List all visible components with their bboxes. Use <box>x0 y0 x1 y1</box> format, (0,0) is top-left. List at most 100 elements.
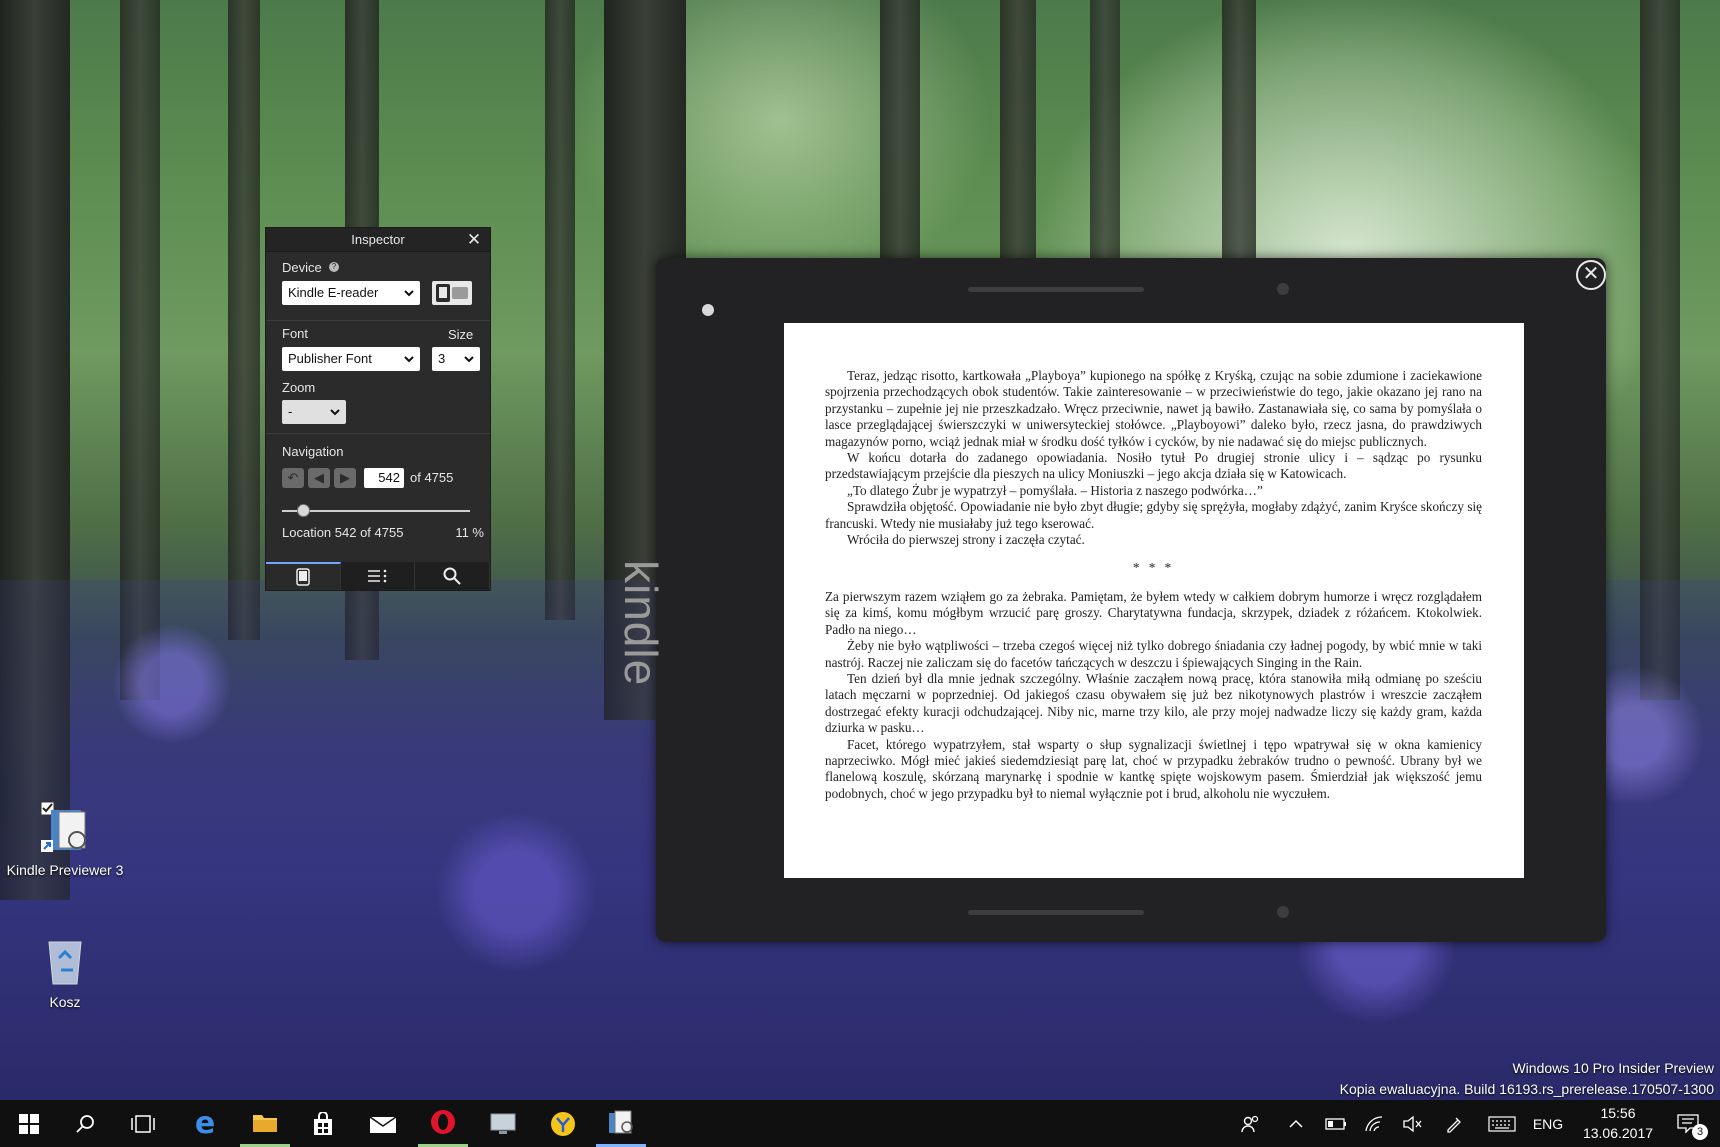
font-select[interactable]: Publisher Font <box>282 347 420 371</box>
size-select[interactable]: 3 <box>432 347 480 371</box>
book-paragraph: Za pierwszym razem wziąłem go za żebraka… <box>825 588 1482 637</box>
taskbar-app-yellow[interactable] <box>538 1100 588 1147</box>
taskbar-store[interactable] <box>298 1100 348 1147</box>
language-indicator[interactable]: ENG <box>1530 1100 1566 1147</box>
navigation-label: Navigation <box>282 444 344 459</box>
kindle-logo: kindle <box>615 560 667 687</box>
people-icon[interactable] <box>1236 1100 1266 1147</box>
size-select-value: 3 <box>438 351 446 366</box>
location-slider[interactable] <box>282 510 470 512</box>
book-paragraph: Wróciła do pierwszej strony i zaczęła cz… <box>847 532 1085 548</box>
percent-text: 11 % <box>455 525 484 540</box>
desktop-icon-label: Kindle Previewer 3 <box>6 862 124 878</box>
clock[interactable]: 15:56 13.06.2017 <box>1570 1103 1666 1143</box>
battery-icon[interactable] <box>1322 1100 1350 1147</box>
task-view-icon <box>131 1114 155 1133</box>
windows-watermark: Windows 10 Pro Insider Preview Kopia ewa… <box>1340 1058 1714 1100</box>
font-select-value: Publisher Font <box>288 351 372 366</box>
zoom-select[interactable]: - <box>282 400 346 424</box>
opera-icon <box>431 1110 455 1134</box>
portrait-icon[interactable] <box>436 284 450 302</box>
inspector-titlebar[interactable]: Inspector ✕ <box>266 228 490 252</box>
chevron-down-icon <box>404 290 414 297</box>
monitor-icon <box>490 1113 516 1134</box>
divider <box>266 320 490 321</box>
close-icon[interactable]: ✕ <box>1576 260 1606 290</box>
tree-trunk <box>228 0 260 640</box>
inspector-tabs <box>266 562 491 590</box>
tab-contents[interactable] <box>341 562 416 590</box>
taskbar-mail[interactable] <box>358 1100 408 1147</box>
kindle-previewer-icon <box>609 1110 633 1134</box>
book-paragraph: W końcu dotarła do zadanego opowiadania.… <box>825 450 1482 482</box>
action-center-button[interactable]: 3 <box>1668 1100 1708 1147</box>
desktop-icon-kindle-previewer[interactable]: Kindle Previewer 3 <box>0 800 130 878</box>
device-camera <box>1277 283 1289 295</box>
taskbar: e ENG 3 <box>0 1100 1720 1147</box>
clock-date: 13.06.2017 <box>1582 1125 1654 1141</box>
tree-trunk <box>1090 0 1120 260</box>
arrow-right-icon[interactable]: ▶ <box>334 468 356 488</box>
tab-search[interactable] <box>415 562 491 590</box>
device-select[interactable]: Kindle E-reader <box>282 281 420 305</box>
tab-device[interactable] <box>266 562 341 590</box>
page-input[interactable]: 542 <box>364 468 404 488</box>
pen-icon[interactable] <box>1440 1100 1468 1147</box>
start-button[interactable] <box>4 1100 54 1147</box>
undo-icon[interactable]: ↶ <box>282 468 304 488</box>
wifi-icon[interactable] <box>1360 1100 1388 1147</box>
windows-icon <box>19 1113 39 1134</box>
zoom-label: Zoom <box>282 380 316 395</box>
page-total: of 4755 <box>410 470 454 485</box>
font-label: Font <box>282 326 309 341</box>
tree-trunk <box>1222 0 1256 260</box>
zoom-select-value: - <box>288 404 293 419</box>
book-paragraph: Facet, którego wypatrzyłem, stał wsparty… <box>825 736 1482 801</box>
task-view-button[interactable] <box>118 1100 168 1147</box>
book-paragraph: Teraz, jedząc risotto, kartkowała „Playb… <box>825 368 1482 449</box>
taskbar-app[interactable] <box>478 1100 528 1147</box>
chevron-down-icon <box>464 356 474 363</box>
chevron-down-icon <box>404 356 414 363</box>
close-icon[interactable]: ✕ <box>464 228 484 252</box>
tree-trunk <box>1000 0 1036 260</box>
section-separator: * * * <box>1132 560 1175 576</box>
yellow-app-icon <box>551 1111 575 1136</box>
menu-icon[interactable] <box>702 304 714 316</box>
taskbar-file-explorer[interactable] <box>240 1100 290 1147</box>
notification-count: 3 <box>1692 1124 1708 1140</box>
taskbar-kindle-previewer[interactable] <box>596 1100 646 1147</box>
kindle-previewer-icon <box>37 800 93 856</box>
orientation-toggle[interactable] <box>432 281 472 305</box>
book-page[interactable]: Teraz, jedząc risotto, kartkowała „Playb… <box>784 323 1524 878</box>
watermark-line: Windows 10 Pro Insider Preview <box>1512 1060 1714 1076</box>
keyboard-icon[interactable] <box>1484 1100 1520 1147</box>
location-text: Location 542 of 4755 <box>282 525 404 540</box>
desktop-icon-recycle-bin[interactable]: Kosz <box>0 932 130 1010</box>
store-icon <box>314 1111 332 1135</box>
location-slider-thumb[interactable] <box>297 504 311 517</box>
landscape-icon[interactable] <box>452 287 468 299</box>
book-paragraph: Żeby nie było wątpliwości – trzeba czego… <box>825 638 1482 670</box>
device-top-bar <box>968 287 1144 292</box>
search-button[interactable] <box>60 1100 110 1147</box>
search-icon <box>76 1114 94 1133</box>
size-label: Size <box>448 327 474 342</box>
search-icon <box>443 567 461 585</box>
table-of-contents-icon <box>367 569 386 583</box>
help-icon[interactable]: ? <box>329 262 339 272</box>
book-paragraph: Sprawdziła objętość. Opowiadanie nie był… <box>825 499 1482 531</box>
device-home-button[interactable] <box>1277 906 1289 918</box>
folder-icon <box>253 1115 277 1132</box>
device-icon <box>296 568 310 586</box>
tree-trunk <box>545 0 575 620</box>
taskbar-opera[interactable] <box>418 1100 468 1147</box>
arrow-left-icon[interactable]: ◀ <box>308 468 330 488</box>
taskbar-edge[interactable]: e <box>180 1100 230 1147</box>
volume-muted-icon[interactable] <box>1398 1100 1426 1147</box>
device-select-value: Kindle E-reader <box>288 285 379 300</box>
chevron-up-icon[interactable] <box>1284 1100 1308 1147</box>
edge-icon: e <box>194 1106 216 1141</box>
book-paragraph: „To dlatego Żubr je wypatrzył – pomyślał… <box>847 482 1263 498</box>
device-label: Device <box>282 260 322 275</box>
